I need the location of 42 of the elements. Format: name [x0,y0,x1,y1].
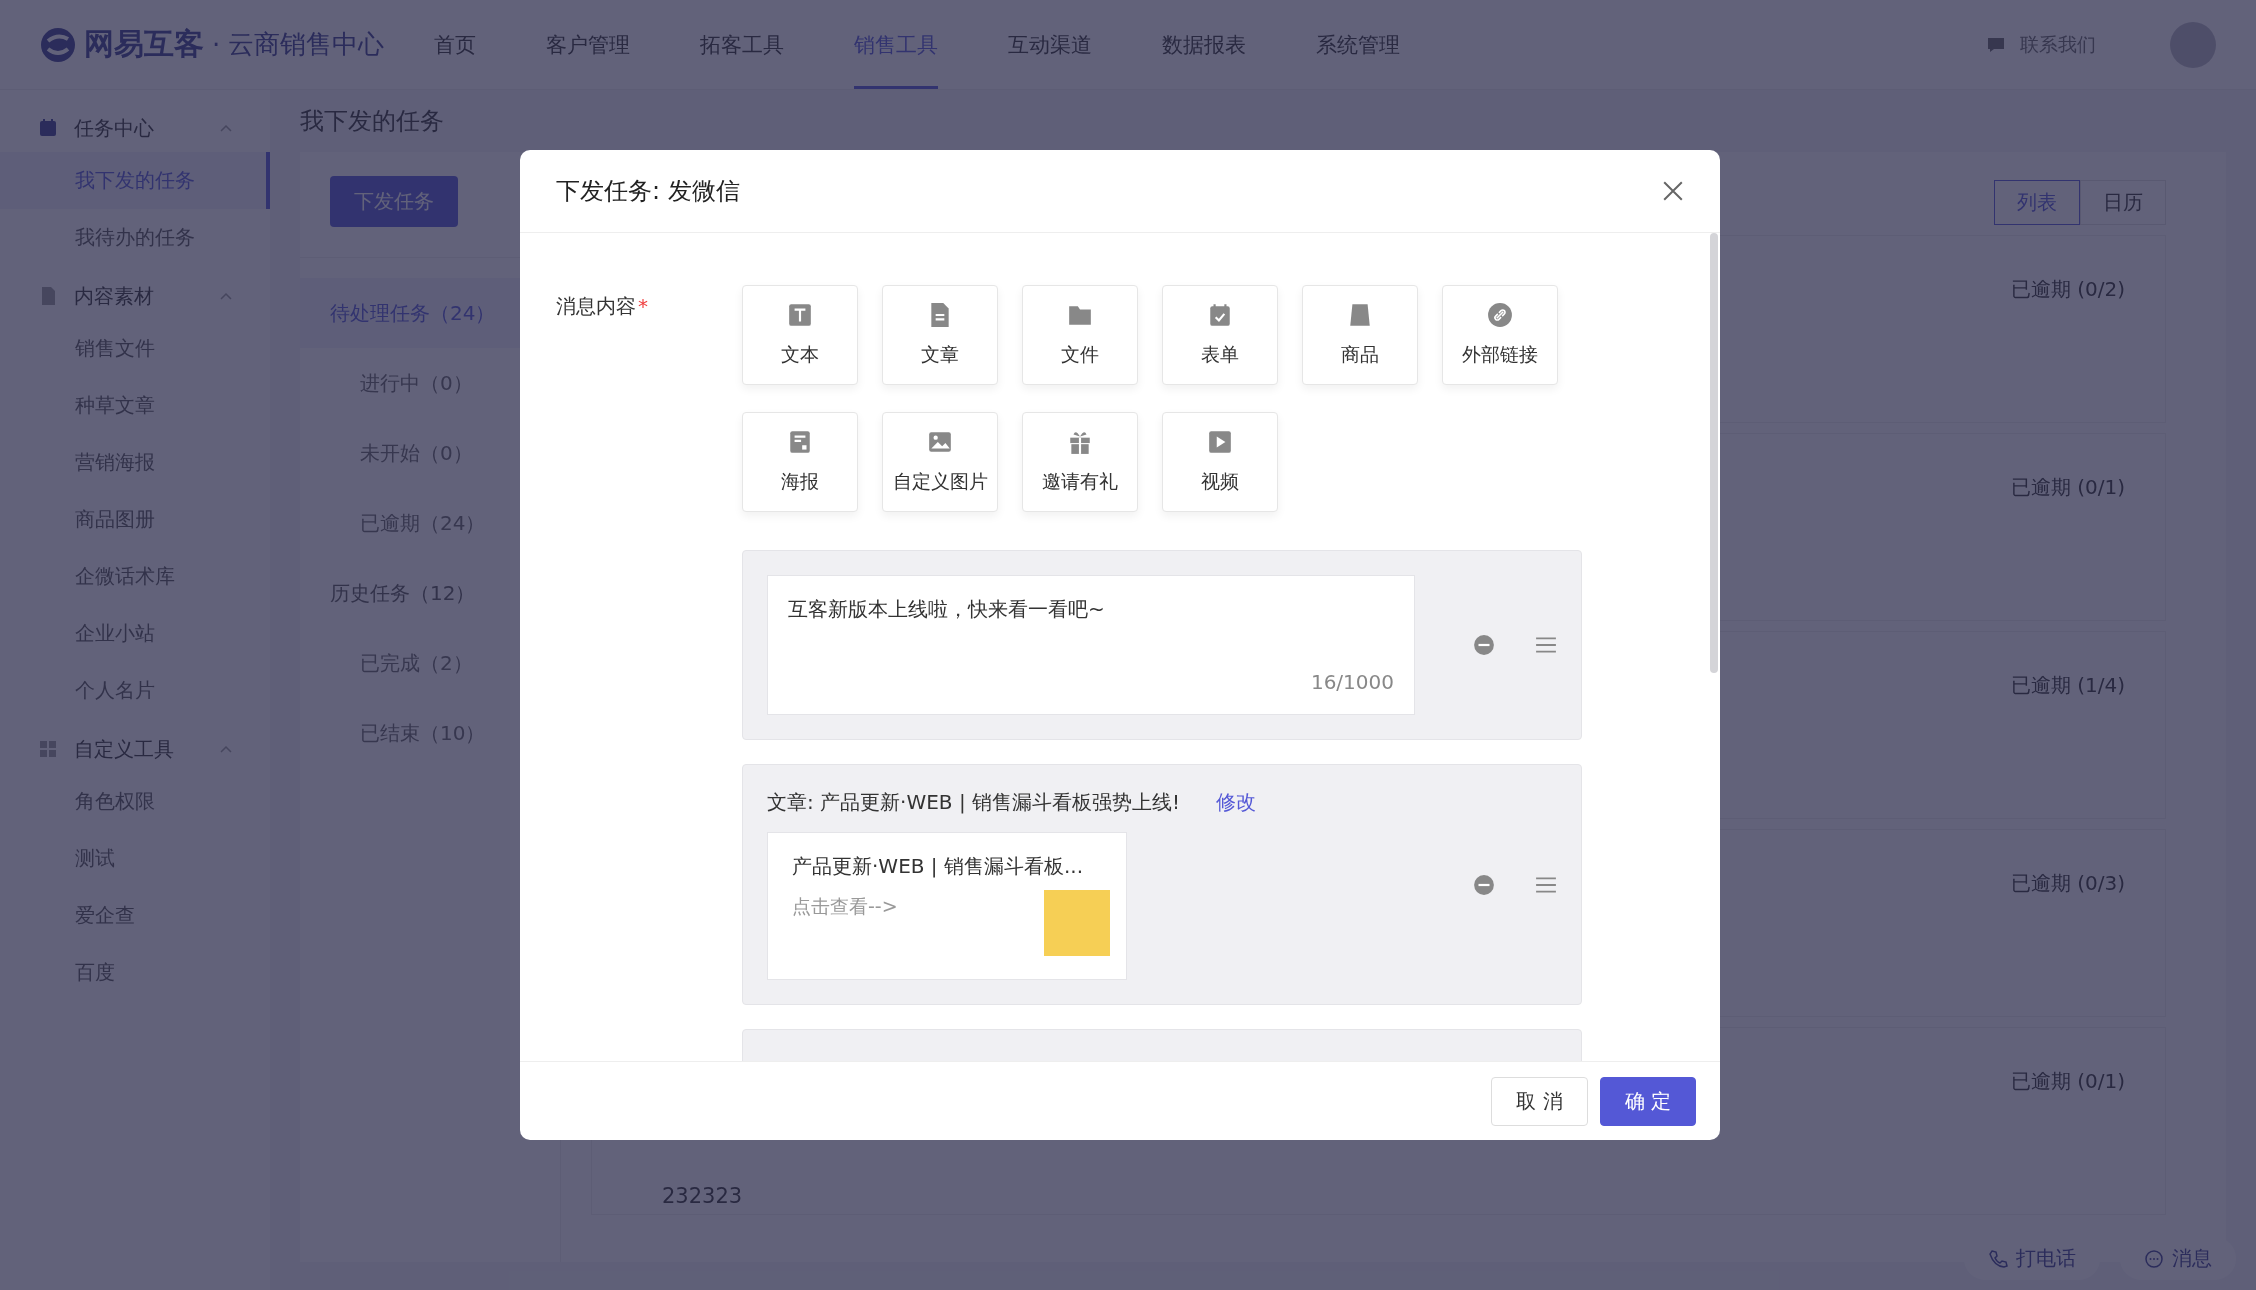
task-status: 已逾期 (1/4) [2010,672,2125,699]
task-title: 232323 [662,1184,743,1208]
content-type-button[interactable]: 文本 [742,285,858,385]
remove-icon[interactable] [1473,873,1495,896]
thumbnail-image [1044,890,1110,956]
task-status: 已逾期 (0/1) [2010,474,2125,501]
content-type-button[interactable]: 文件 [1022,285,1138,385]
article-card[interactable]: 产品更新·WEB | 销售漏斗看板... 点击查看--> [767,832,1127,980]
task-status: 已逾期 (0/3) [2010,870,2125,897]
remove-icon[interactable] [1473,634,1495,656]
content-type-button[interactable]: 外部链接 [1442,285,1558,385]
bag-icon [1347,302,1373,328]
article-heading: 文章: 产品更新·WEB | 销售漏斗看板强势上线! [767,789,1181,816]
task-status: 已逾期 (0/1) [2010,1068,2125,1095]
message-text-field[interactable]: 互客新版本上线啦，快来看一看吧~ 16/1000 [767,575,1415,715]
field-label: 消息内容 [556,294,636,318]
content-type-button[interactable]: 表单 [1162,285,1278,385]
character-counter: 16/1000 [1310,670,1394,694]
scrollbar[interactable] [1710,233,1718,673]
content-type-button[interactable]: 文章 [882,285,998,385]
task-status: 已逾期 (0/2) [2010,276,2125,303]
close-icon[interactable] [1662,180,1684,202]
brand-separator: · [212,29,221,60]
clipboard-check-icon [1207,302,1233,328]
content-type-button[interactable]: 视频 [1162,412,1278,512]
edit-link[interactable]: 修改 [1216,789,1257,816]
content-type-button[interactable]: 邀请有礼 [1022,412,1138,512]
confirm-button[interactable]: 确 定 [1599,1076,1696,1126]
cancel-button[interactable]: 取 消 [1491,1076,1588,1126]
required-mark: * [638,294,648,318]
poster-icon [787,429,813,455]
play-icon [1207,429,1233,455]
content-type-button[interactable]: 海报 [742,412,858,512]
dialog-title: 下发任务: 发微信 [556,176,740,207]
gift-icon [1067,429,1093,455]
content-type-button[interactable]: 自定义图片 [882,412,998,512]
text-icon [787,302,813,328]
article-card-title: 产品更新·WEB | 销售漏斗看板... [792,853,1084,880]
article-card-hint: 点击查看--> [792,894,898,919]
image-icon [927,429,953,455]
content-type-button[interactable]: 商品 [1302,285,1418,385]
link-icon [1487,302,1513,328]
